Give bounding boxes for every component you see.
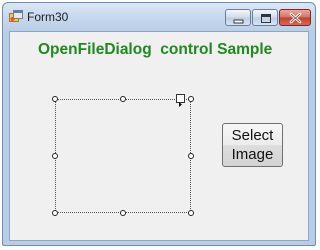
resize-handle-top-right[interactable]	[188, 96, 194, 102]
resize-handle-bottom-right[interactable]	[188, 210, 194, 216]
resize-handle-middle-right[interactable]	[188, 153, 194, 159]
form-window: Form30 OpenFileDialog control Sample Sel…	[2, 2, 316, 246]
select-image-button[interactable]: Select Image	[222, 123, 283, 167]
minimize-button[interactable]	[225, 9, 251, 26]
minimize-icon	[233, 19, 244, 24]
resize-handle-bottom-left[interactable]	[52, 210, 58, 216]
smart-tag-button[interactable]	[176, 94, 185, 107]
select-image-button-line1: Select	[231, 127, 274, 144]
resize-handle-top-center[interactable]	[120, 96, 126, 102]
form-heading-label: OpenFileDialog control Sample	[38, 41, 273, 58]
smart-tag-arrow-icon	[179, 102, 182, 107]
form-client-area: OpenFileDialog control Sample Select Ima…	[9, 31, 309, 241]
form-app-icon[interactable]	[9, 10, 23, 23]
window-title: Form30	[27, 10, 69, 24]
resize-handle-middle-left[interactable]	[52, 153, 58, 159]
picture-box[interactable]	[55, 99, 191, 213]
close-button[interactable]	[279, 9, 311, 26]
maximize-button[interactable]	[252, 9, 278, 26]
maximize-icon	[261, 14, 271, 23]
title-bar[interactable]: Form30	[3, 3, 315, 31]
select-image-button-line2: Image	[231, 146, 274, 163]
resize-handle-bottom-center[interactable]	[120, 210, 126, 216]
resize-handle-top-left[interactable]	[52, 96, 58, 102]
close-icon	[289, 12, 302, 24]
